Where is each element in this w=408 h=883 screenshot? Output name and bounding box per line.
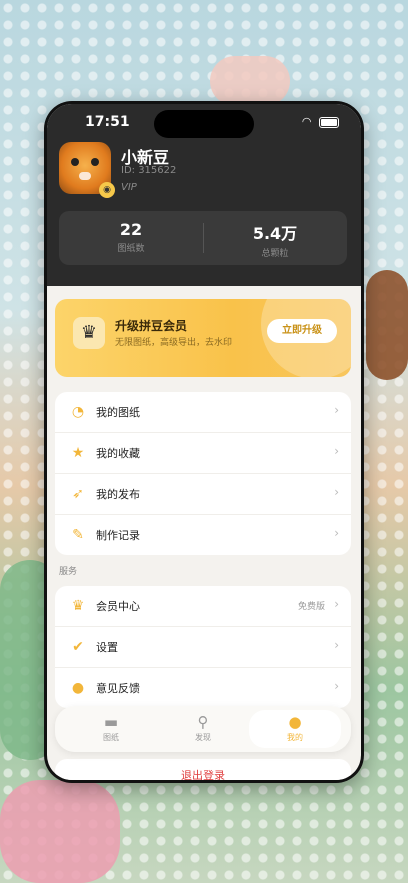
rocket-icon: ➶ [72,486,84,502]
background-beads-red [210,56,290,106]
background-beads-brown [366,270,408,380]
phone-frame: 17:51 ◠ ◉ 小新豆 ID: 315622 VIP 22 图纸数 5.4万… [44,101,364,783]
status-bar: 17:51 ◠ [47,110,361,138]
menu-item-label: 设置 [96,641,118,654]
status-time: 17:51 [85,114,130,130]
camera-icon[interactable]: ◉ [99,182,115,198]
crown-icon: ♛ [73,317,105,349]
chevron-right-icon: › [334,679,339,693]
status-icons: ◠ [302,115,339,128]
upgrade-button[interactable]: 立即升级 [267,319,337,343]
stat-beads[interactable]: 5.4万 总颗粒 [203,211,347,265]
star-icon: ★ [71,445,85,461]
vip-badge: VIP [121,182,137,193]
menu-item-my-posts[interactable]: ➶ 我的发布 › [55,474,351,515]
chevron-right-icon: › [334,485,339,499]
menu-item-make-records[interactable]: ✎ 制作记录 › [55,515,351,555]
stat-value: 5.4万 [252,224,298,243]
settings-check-icon: ✔ [72,639,84,655]
tab-drawings[interactable]: ▬ 图纸 [65,710,157,748]
menu-item-label: 我的收藏 [96,447,140,460]
drawings-icon: ◔ [71,404,85,420]
stat-value: 22 [119,220,143,239]
chat-icon: ● [71,680,85,696]
tab-mine[interactable]: ● 我的 [249,710,341,748]
chevron-right-icon: › [334,526,339,540]
stats-panel: 22 图纸数 5.4万 总颗粒 [59,211,347,265]
logout-button[interactable]: 退出登录 [55,759,351,780]
profile-header: 17:51 ◠ ◉ 小新豆 ID: 315622 VIP 22 图纸数 5.4万… [47,104,361,286]
menu-item-label: 我的图纸 [96,406,140,419]
plan-status: 免费版 [297,602,325,612]
tab-label: 图纸 [103,733,119,742]
stat-label: 图纸数 [117,244,145,254]
vip-upgrade-card[interactable]: ♛ 升级拼豆会员 无限图纸，高级导出，去水印 立即升级 [55,299,351,377]
crown-icon: ♛ [71,598,85,614]
search-icon: ⚲ [197,713,209,731]
vip-card-subtitle: 无限图纸，高级导出，去水印 [115,338,233,348]
user-id: ID: 315622 [121,165,177,176]
folder-icon: ▬ [103,713,119,731]
stat-drawings[interactable]: 22 图纸数 [59,211,203,265]
wifi-icon: ◠ [301,115,314,128]
tab-label: 发现 [195,733,211,742]
chevron-right-icon: › [334,403,339,417]
dynamic-island [154,110,254,138]
phone-screen: 17:51 ◠ ◉ 小新豆 ID: 315622 VIP 22 图纸数 5.4万… [47,104,361,780]
person-icon: ● [288,713,302,731]
pencil-icon: ✎ [72,527,84,543]
menu-item-member-center[interactable]: ♛ 会员中心 免费版 › [55,586,351,627]
chevron-right-icon: › [334,444,339,458]
services-menu-group: ♛ 会员中心 免费版 › ✔ 设置 › ● 意见反馈 › [55,586,351,708]
battery-icon [319,116,339,128]
menu-item-label: 会员中心 [96,600,140,613]
menu-item-label: 我的发布 [96,488,140,501]
background-beads-pink [0,780,120,883]
menu-item-my-favorites[interactable]: ★ 我的收藏 › [55,433,351,474]
vip-card-title: 升级拼豆会员 [115,319,188,333]
menu-item-my-drawings[interactable]: ◔ 我的图纸 › [55,392,351,433]
tab-label: 我的 [287,733,303,742]
chevron-right-icon: › [334,597,339,611]
menu-item-label: 意见反馈 [96,682,140,695]
menu-item-label: 制作记录 [96,529,140,542]
chevron-right-icon: › [334,638,339,652]
main-menu-group: ◔ 我的图纸 › ★ 我的收藏 › ➶ 我的发布 › ✎ 制作记录 › [55,392,351,555]
menu-item-feedback[interactable]: ● 意见反馈 › [55,668,351,708]
tab-discover[interactable]: ⚲ 发现 [157,710,249,748]
tab-bar: ▬ 图纸 ⚲ 发现 ● 我的 [55,706,351,752]
stat-label: 总颗粒 [261,249,289,259]
services-section-title: 服务 [59,567,78,577]
menu-item-settings[interactable]: ✔ 设置 › [55,627,351,668]
